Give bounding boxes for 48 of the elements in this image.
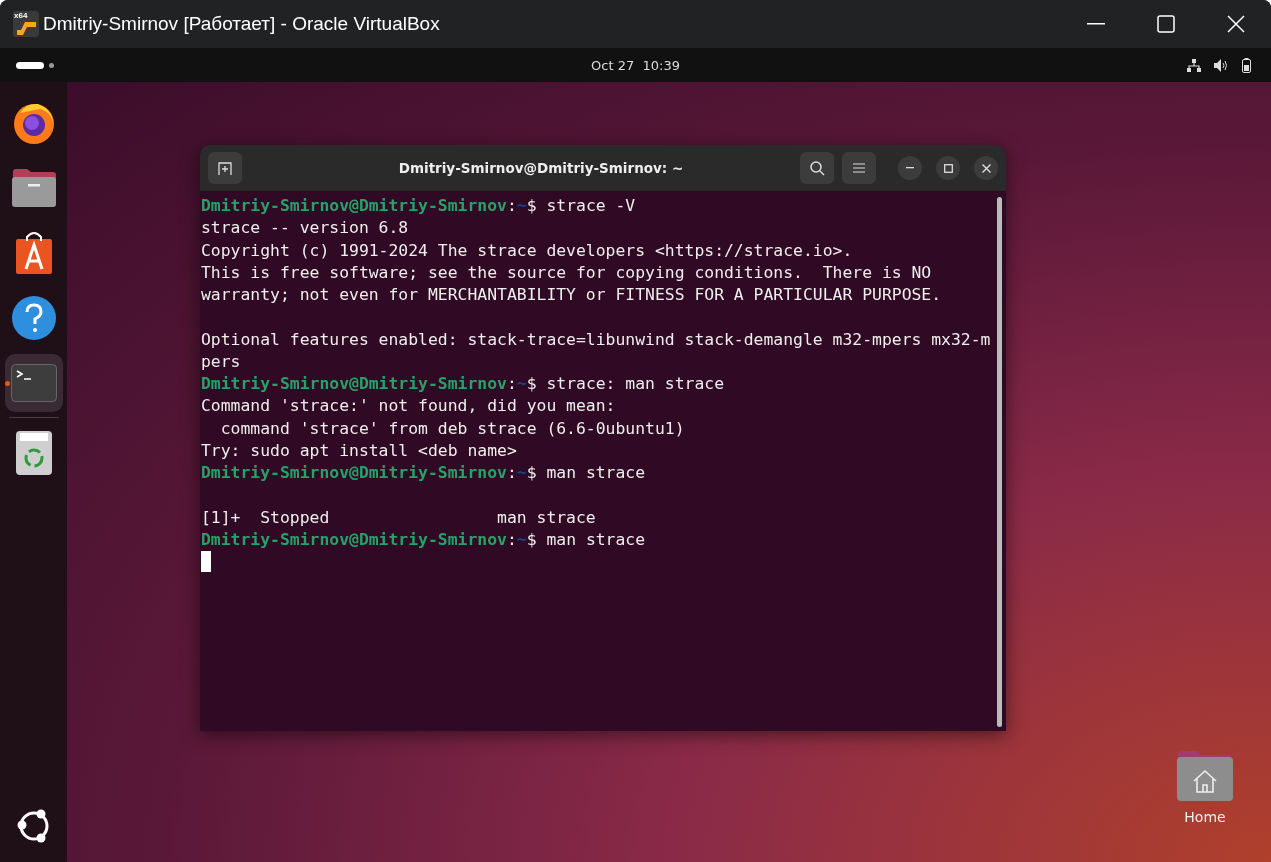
- folder-icon[interactable]: [10, 168, 57, 208]
- home-folder-icon[interactable]: [1177, 749, 1233, 801]
- clock[interactable]: Oct 27 10:39: [591, 57, 680, 73]
- firefox-icon[interactable]: [11, 101, 56, 145]
- terminal-title: Dmitriy-Smirnov@Dmitriy-Smirnov: ~: [397, 160, 685, 176]
- prompt-line: Dmitriy-Smirnov@Dmitriy-Smirnov:~$ strace: man strace: [201, 373, 726, 396]
- icon-label: x64: [14, 11, 28, 20]
- maximize-button[interactable]: [936, 156, 960, 180]
- output-line: [1]+ Stopped man strace: [201, 506, 597, 529]
- window-title: Dmitriy-Smirnov [Работает] - Oracle VirtualBox: [43, 13, 440, 35]
- terminal-icon[interactable]: [10, 364, 57, 402]
- network-icon[interactable]: [1187, 58, 1201, 72]
- minimize-icon: [906, 167, 914, 169]
- prompt-line: Dmitriy-Smirnov@Dmitriy-Smirnov:~$ strace -V: [201, 195, 637, 217]
- trash-icon[interactable]: [14, 430, 53, 476]
- minimize-icon: [1087, 23, 1105, 25]
- search-button[interactable]: [800, 152, 834, 184]
- output-line: strace -- version 6.8: [201, 217, 410, 240]
- prompt-line: Dmitriy-Smirnov@Dmitriy-Smirnov:~$ man strace: [201, 462, 647, 485]
- minimize-button[interactable]: [898, 156, 922, 180]
- close-button[interactable]: [974, 156, 998, 180]
- shopping-bag-icon[interactable]: [13, 231, 54, 275]
- menu-icon: [853, 163, 865, 173]
- output-line: warranty; not even for MERCHANTABILITY or FITNESS FOR A PARTICULAR PURPOSE.: [201, 284, 943, 307]
- scrollbar[interactable]: [997, 197, 1002, 727]
- new-tab-button[interactable]: [208, 152, 242, 184]
- workspace-indicator[interactable]: [16, 61, 54, 69]
- search-icon: [809, 160, 825, 176]
- output-line: Command 'strace:' not found, did you mean:: [201, 395, 617, 418]
- new-tab-icon: [218, 161, 232, 175]
- text-cursor: [201, 551, 211, 573]
- desktop-icon-label[interactable]: Home: [1184, 809, 1226, 825]
- output-line: Copyright (c) 1991-2024 The strace developers <https://strace.io>.: [201, 239, 854, 262]
- maximize-icon: [943, 163, 953, 173]
- maximize-icon: [1157, 15, 1175, 33]
- app-logo-icon: [13, 11, 39, 37]
- close-icon: [1227, 15, 1245, 33]
- help-icon[interactable]: [11, 296, 56, 340]
- output-line: pers: [201, 350, 242, 373]
- battery-icon[interactable]: [1242, 57, 1251, 73]
- output-line: Try: sudo apt install <deb name>: [201, 439, 518, 462]
- close-icon: [981, 163, 991, 173]
- menu-button[interactable]: [842, 152, 876, 184]
- prompt-line: Dmitriy-Smirnov@Dmitriy-Smirnov:~$ man strace: [201, 529, 647, 551]
- volume-icon[interactable]: [1214, 58, 1229, 72]
- output-line: command 'strace' from deb strace (6.6-0ubuntu1): [219, 417, 686, 440]
- output-line: This is free software; see the source for copying conditions. There is NO: [201, 261, 933, 284]
- output-line: Optional features enabled: stack-trace=libunwind stack-demangle m32-mpers mx32-m: [201, 328, 992, 351]
